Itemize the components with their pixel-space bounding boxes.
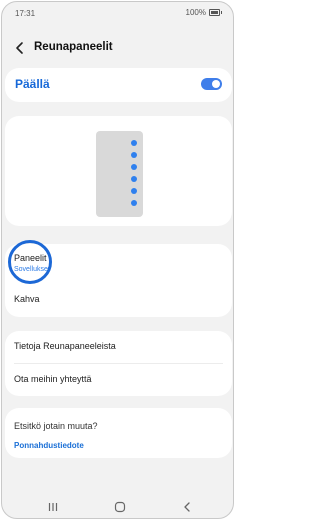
status-time: 17:31 — [15, 9, 36, 18]
highlight-circle — [8, 240, 52, 284]
status-bar: 17:31 100% — [2, 2, 233, 24]
preview-dot — [131, 164, 137, 170]
chevron-left-icon[interactable] — [12, 40, 28, 56]
preview-card — [5, 116, 232, 226]
nav-back-icon[interactable] — [180, 500, 194, 514]
master-toggle-card[interactable]: Päällä — [5, 68, 232, 102]
edge-panel-preview — [96, 131, 143, 217]
handle-row[interactable]: Kahva — [5, 282, 232, 317]
switch-knob — [212, 80, 220, 88]
help-link[interactable]: Ponnahdustiedote — [14, 441, 84, 450]
preview-dot — [131, 176, 137, 182]
handle-title: Kahva — [14, 294, 40, 304]
help-title: Etsitkö jotain muuta? — [14, 421, 98, 431]
app-header: Reunapaneelit — [2, 36, 233, 60]
battery-icon — [209, 9, 222, 16]
preview-dot — [131, 152, 137, 158]
status-right: 100% — [185, 8, 222, 17]
contact-title: Ota meihin yhteyttä — [14, 374, 92, 384]
battery-percent: 100% — [185, 8, 206, 17]
about-title: Tietoja Reunapaneeleista — [14, 341, 116, 351]
preview-dot — [131, 188, 137, 194]
preview-dot — [131, 140, 137, 146]
contact-row[interactable]: Ota meihin yhteyttä — [5, 364, 232, 396]
recents-icon[interactable] — [46, 500, 60, 514]
about-row[interactable]: Tietoja Reunapaneeleista — [5, 331, 232, 363]
info-card: Tietoja Reunapaneeleista Ota meihin yhte… — [5, 331, 232, 396]
page-title: Reunapaneelit — [34, 41, 113, 53]
navigation-bar — [2, 498, 233, 516]
home-icon[interactable] — [113, 500, 127, 514]
help-card: Etsitkö jotain muuta? Ponnahdustiedote — [5, 408, 232, 458]
toggle-label: Päällä — [15, 77, 50, 91]
phone-screen: 17:31 100% Reunapaneelit Päällä Paneelit — [1, 1, 234, 519]
preview-dot — [131, 200, 137, 206]
master-switch[interactable] — [201, 78, 222, 90]
